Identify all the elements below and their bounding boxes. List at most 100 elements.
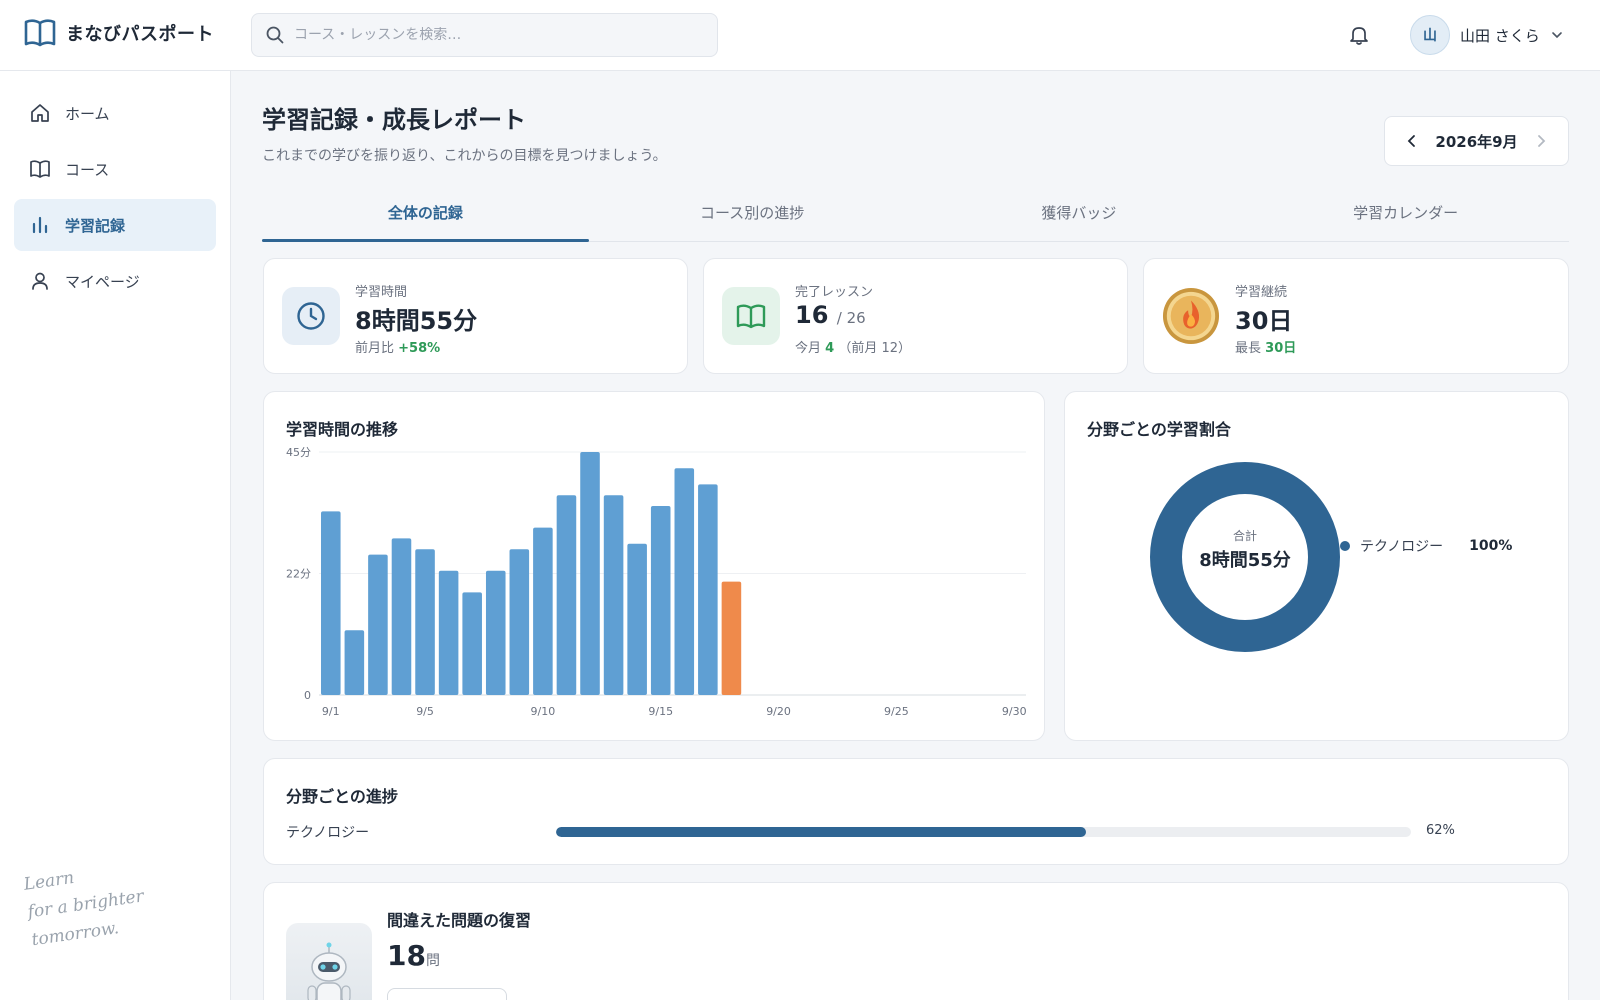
bar bbox=[580, 452, 600, 695]
bar bbox=[533, 527, 553, 695]
bar bbox=[344, 630, 365, 695]
flame-medal-icon bbox=[1162, 287, 1220, 345]
notification-button[interactable] bbox=[1346, 22, 1372, 48]
progress-title: 分野ごとの進捗 bbox=[286, 787, 398, 806]
sidebar-item-label: マイページ bbox=[65, 272, 140, 291]
review-card: 間違えた問題の復習 18問 bbox=[263, 882, 1569, 1000]
x-tick-label: 9/5 bbox=[416, 705, 434, 718]
review-start-button[interactable] bbox=[387, 988, 507, 1000]
app-name: まなびパスポート bbox=[66, 24, 214, 45]
bar bbox=[698, 484, 718, 695]
stat-note: 最長 30日 bbox=[1235, 341, 1297, 356]
bar bbox=[462, 592, 482, 695]
bar bbox=[509, 549, 530, 695]
tab-calendar[interactable]: 学習カレンダー bbox=[1242, 190, 1569, 241]
stat-note: 今月 4 （前月 12） bbox=[795, 341, 912, 356]
bar bbox=[368, 554, 388, 695]
donut-center-label: 合計 bbox=[1232, 529, 1257, 543]
stat-note: 前月比 +58% bbox=[355, 341, 441, 356]
x-tick-label: 9/30 bbox=[1002, 705, 1027, 718]
x-tick-label: 9/10 bbox=[531, 705, 556, 718]
stat-label: 完了レッスン bbox=[795, 285, 874, 300]
current-month: 2026年9月 bbox=[1435, 132, 1518, 151]
book-icon bbox=[736, 304, 766, 329]
stat-card-lessons: 完了レッスン 16 / 26 今月 4 （前月 12） bbox=[703, 258, 1128, 374]
sidebar-tagline: Learn for a brighter tomorrow. bbox=[22, 867, 146, 951]
home-icon bbox=[31, 104, 49, 122]
progress-fill bbox=[556, 827, 1087, 837]
sidebar: ホーム コース 学習記録 マイページ Learn for a brighter … bbox=[0, 71, 231, 1000]
x-tick-label: 9/20 bbox=[766, 705, 791, 718]
sidebar-item-courses[interactable]: コース bbox=[14, 143, 216, 195]
stat-value: 8時間55分 bbox=[355, 307, 478, 335]
bar bbox=[674, 468, 695, 695]
donut-center-value: 8時間55分 bbox=[1199, 550, 1291, 571]
tab-badges[interactable]: 獲得バッジ bbox=[916, 190, 1243, 241]
y-tick-label: 22分 bbox=[286, 568, 311, 581]
stat-icon-box bbox=[282, 287, 340, 345]
donut-legend: テクノロジー 100% bbox=[1340, 536, 1512, 556]
bar bbox=[391, 538, 412, 695]
search-input[interactable] bbox=[294, 27, 694, 43]
page-title: 学習記録・成長レポート bbox=[262, 106, 526, 134]
bar bbox=[438, 570, 459, 695]
sidebar-item-home[interactable]: ホーム bbox=[14, 87, 216, 139]
page-subtitle: これまでの学びを振り返り、これからの目標を見つけましょう。 bbox=[262, 148, 667, 164]
bell-icon bbox=[1350, 27, 1368, 45]
clock-icon bbox=[297, 302, 325, 330]
user-icon bbox=[32, 272, 48, 290]
bar-chart-icon bbox=[32, 216, 48, 234]
legend-label: テクノロジー bbox=[1360, 539, 1444, 555]
robot-illustration bbox=[286, 923, 372, 1000]
legend-swatch bbox=[1340, 541, 1350, 551]
tab-overall[interactable]: 全体の記録 bbox=[262, 190, 589, 242]
review-count: 18問 bbox=[387, 939, 440, 972]
sidebar-item-label: コース bbox=[65, 160, 110, 179]
study-time-chart-card: 学習時間の推移 0 22分 45分 9/1 9/5 9/10 9/15 9/20 9/25 9/3… bbox=[263, 391, 1045, 741]
bar bbox=[603, 495, 624, 695]
x-tick-label: 9/25 bbox=[884, 705, 909, 718]
sidebar-item-label: ホーム bbox=[65, 104, 110, 123]
chevron-left-icon[interactable] bbox=[1405, 134, 1419, 148]
open-book-icon bbox=[24, 19, 56, 47]
progress-percent: 62% bbox=[1426, 823, 1455, 838]
stat-card-time: 学習時間 8時間55分 前月比 +58% bbox=[263, 258, 688, 374]
stat-label: 学習継続 bbox=[1235, 285, 1288, 300]
bar bbox=[627, 543, 647, 695]
x-tick-label: 9/1 bbox=[322, 705, 340, 718]
book-icon bbox=[30, 160, 50, 178]
chevron-down-icon bbox=[1551, 32, 1562, 39]
user-name: 山田 さくら bbox=[1460, 26, 1540, 45]
y-tick-label: 45分 bbox=[286, 446, 311, 459]
stat-card-streak: 学習継続 30日 最長 30日 bbox=[1143, 258, 1569, 374]
streak-medal bbox=[1162, 287, 1220, 345]
bar bbox=[650, 506, 671, 695]
search-icon bbox=[266, 26, 284, 44]
sidebar-item-label: 学習記録 bbox=[65, 216, 126, 235]
stat-label: 学習時間 bbox=[355, 285, 408, 300]
chevron-right-icon[interactable] bbox=[1534, 134, 1548, 148]
bar bbox=[321, 511, 341, 695]
user-menu[interactable]: 山 山田 さくら bbox=[1410, 15, 1564, 55]
top-header: まなびパスポート 山 山田 さくら bbox=[0, 0, 1600, 71]
avatar: 山 bbox=[1410, 15, 1450, 55]
sidebar-item-mypage[interactable]: マイページ bbox=[14, 255, 216, 307]
review-title: 間違えた問題の復習 bbox=[387, 911, 532, 930]
category-progress-card: 分野ごとの進捗 テクノロジー 62% bbox=[263, 758, 1569, 865]
stat-value: 30日 bbox=[1235, 307, 1293, 335]
progress-track bbox=[556, 827, 1411, 837]
tab-course-progress[interactable]: コース別の進捗 bbox=[589, 190, 916, 241]
month-picker: 2026年9月 bbox=[1384, 116, 1569, 166]
progress-label: テクノロジー bbox=[286, 825, 370, 841]
app-logo[interactable]: まなびパスポート bbox=[24, 18, 214, 48]
bar bbox=[485, 570, 506, 695]
study-time-bar-chart: 0 22分 45分 9/1 9/5 9/10 9/15 9/20 9/25 9/30 bbox=[286, 446, 1027, 718]
x-tick-label: 9/15 bbox=[648, 705, 673, 718]
sidebar-item-learning-record[interactable]: 学習記録 bbox=[14, 199, 216, 251]
stat-value: 16 / 26 bbox=[795, 301, 866, 329]
bar bbox=[556, 495, 577, 695]
donut-center: 合計 8時間55分 bbox=[1177, 527, 1313, 572]
robot-icon bbox=[307, 942, 351, 1000]
report-tabs: 全体の記録 コース別の進捗 獲得バッジ 学習カレンダー bbox=[262, 190, 1569, 242]
search-box[interactable] bbox=[251, 13, 718, 57]
